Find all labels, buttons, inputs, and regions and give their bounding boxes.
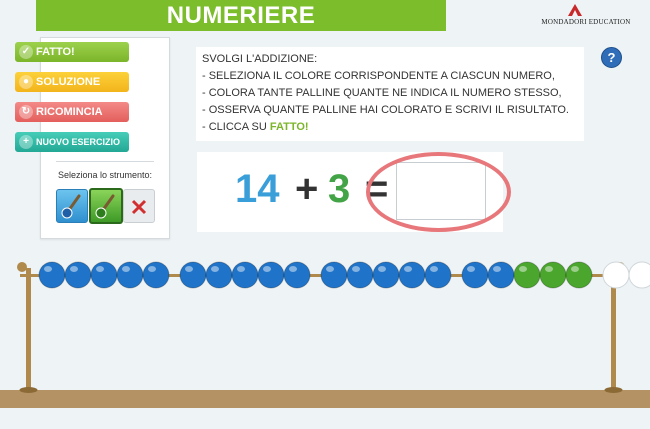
bead-highlight [148, 266, 156, 272]
equation-box: 14 + 3 = [197, 152, 503, 232]
green-brush-tool[interactable] [89, 188, 123, 224]
abacus-bead [283, 261, 311, 289]
bead-highlight [634, 266, 642, 272]
instruction-line: - OSSERVA QUANTE PALLINE HAI COLORATO E … [202, 104, 569, 116]
nuovo-esercizio-button[interactable]: + NUOVO ESERCIZIO [15, 132, 129, 152]
abacus-bead [116, 261, 144, 289]
fatto-button[interactable]: ✓ FATTO! [15, 42, 129, 62]
fatto-label: FATTO! [36, 46, 75, 58]
mondadori-logo: MONDADORI EDUCATION [536, 4, 636, 28]
bead-highlight [289, 266, 297, 272]
check-icon: ✓ [19, 45, 33, 59]
addend-b: 3 [328, 167, 351, 211]
header-bar: NUMERIERE MONDADORI EDUCATION [0, 0, 650, 31]
bead-highlight [326, 266, 334, 272]
bead-highlight [519, 266, 527, 272]
instruction-highlight: FATTO! [269, 121, 309, 133]
plus-icon: + [19, 135, 33, 149]
soluzione-label: SOLUZIONE [36, 76, 101, 88]
abacus-bead [565, 261, 593, 289]
abacus-left-post [26, 268, 31, 392]
abacus-bead [424, 261, 452, 289]
bead-highlight [96, 266, 104, 272]
bead-highlight [211, 266, 219, 272]
ricomincia-label: RICOMINCIA [36, 106, 103, 118]
instruction-line: - CLICCA SU FATTO! [202, 121, 309, 133]
instruction-prefix: - CLICCA SU [202, 121, 270, 133]
soluzione-button[interactable]: ● SOLUZIONE [15, 72, 129, 92]
mondadori-logo-icon [568, 4, 582, 16]
bead-highlight [263, 266, 271, 272]
abacus-floor [0, 408, 650, 429]
bead-highlight [44, 266, 52, 272]
abacus-bead [372, 261, 400, 289]
abacus-bead [461, 261, 489, 289]
bead-highlight [70, 266, 78, 272]
bead-highlight [467, 266, 475, 272]
ricomincia-button[interactable]: ↻ RICOMINCIA [15, 102, 129, 122]
logo-text: MONDADORI EDUCATION [541, 18, 631, 26]
bead-highlight [122, 266, 130, 272]
bead-highlight [185, 266, 193, 272]
bead-highlight [404, 266, 412, 272]
abacus-base [0, 390, 650, 411]
bead-highlight [608, 266, 616, 272]
bead-highlight [378, 266, 386, 272]
help-button[interactable]: ? [601, 47, 622, 68]
abacus-bead [346, 261, 374, 289]
abacus [0, 261, 650, 429]
equals-sign: = [365, 167, 389, 211]
instruction-line: SVOLGI L'ADDIZIONE: [202, 53, 318, 65]
abacus-bead [539, 261, 567, 289]
bead-highlight [545, 266, 553, 272]
abacus-bead [487, 261, 515, 289]
eraser-tool[interactable] [123, 189, 155, 223]
abacus-left-foot [19, 387, 38, 393]
addend-a: 14 [235, 167, 280, 211]
abacus-bead [205, 261, 233, 289]
abacus-bead [602, 261, 630, 289]
instructions-box: SVOLGI L'ADDIZIONE: - SELEZIONA IL COLOR… [196, 47, 584, 141]
instruction-line: - COLORA TANTE PALLINE QUANTE NE INDICA … [202, 87, 562, 99]
abacus-right-foot [604, 387, 623, 393]
app-title: NUMERIERE [166, 2, 316, 29]
abacus-left-knob [17, 262, 27, 272]
nuovo-esercizio-label: NUOVO ESERCIZIO [36, 137, 121, 147]
tool-select-label: Seleziona lo strumento: [57, 170, 153, 180]
abacus-bead [64, 261, 92, 289]
abacus-bead [179, 261, 207, 289]
abacus-bead [142, 261, 170, 289]
brush-icon [95, 194, 115, 219]
instruction-line: - SELEZIONA IL COLORE CORRISPONDENTE A C… [202, 70, 555, 82]
x-icon [131, 199, 147, 215]
abacus-bead [38, 261, 66, 289]
answer-input[interactable] [396, 162, 486, 220]
abacus-bead [513, 261, 541, 289]
abacus-bead [398, 261, 426, 289]
abacus-bead [320, 261, 348, 289]
bead-highlight [237, 266, 245, 272]
plus-sign: + [295, 167, 319, 211]
abacus-bead [628, 261, 650, 289]
abacus-bead [231, 261, 259, 289]
panel-divider [56, 161, 154, 162]
abacus-bead [257, 261, 285, 289]
bead-highlight [430, 266, 438, 272]
refresh-icon: ↻ [19, 105, 33, 119]
brush-icon [61, 194, 81, 219]
bead-highlight [352, 266, 360, 272]
abacus-bead [90, 261, 118, 289]
blue-brush-tool[interactable] [56, 189, 88, 223]
bead-highlight [493, 266, 501, 272]
lightbulb-icon: ● [19, 75, 33, 89]
bead-highlight [571, 266, 579, 272]
